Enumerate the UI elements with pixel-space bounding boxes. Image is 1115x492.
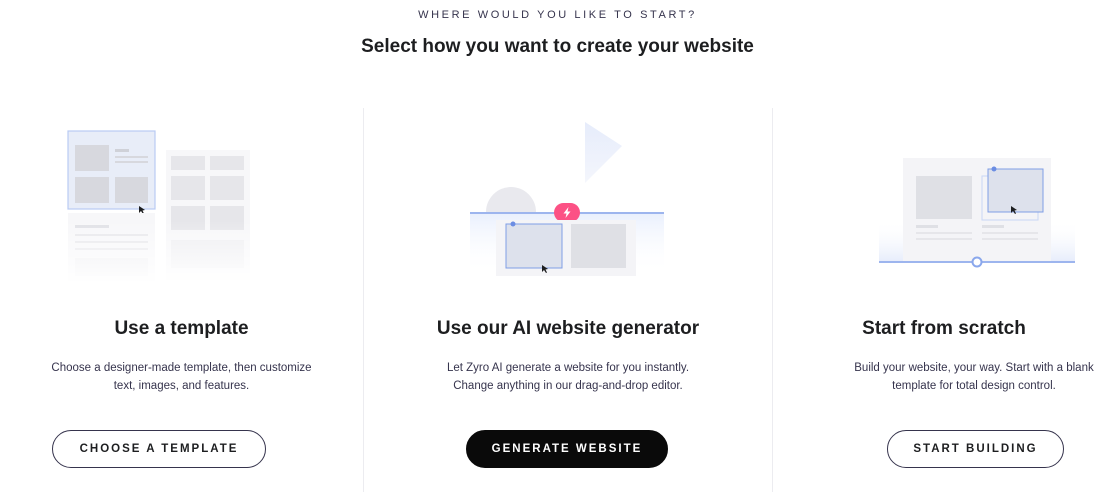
option-title: Use our AI website generator bbox=[436, 318, 700, 339]
description-line: text, images, and features. bbox=[113, 380, 250, 392]
generate-website-button[interactable]: GENERATE WEBSITE bbox=[466, 430, 668, 468]
template-illustration bbox=[60, 130, 260, 285]
option-description: Let Zyro AI generate a website for you i… bbox=[364, 359, 772, 395]
option-description: Choose a designer-made template, then cu… bbox=[0, 359, 363, 395]
option-card-scratch: Start from scratch Build your website, y… bbox=[773, 100, 1115, 492]
option-title: Use a template bbox=[114, 318, 249, 339]
start-building-button[interactable]: START BUILDING bbox=[887, 430, 1064, 468]
choose-template-button[interactable]: CHOOSE A TEMPLATE bbox=[52, 430, 266, 468]
description-line: Change anything in our drag-and-drop edi… bbox=[453, 380, 683, 392]
option-card-template: Use a template Choose a designer-made te… bbox=[0, 100, 363, 492]
description-line: Choose a designer-made template, then cu… bbox=[51, 362, 312, 374]
option-description: Build your website, your way. Start with… bbox=[833, 359, 1115, 395]
page-title: Select how you want to create your websi… bbox=[361, 36, 754, 57]
section-eyebrow: WHERE WOULD YOU LIKE TO START? bbox=[418, 9, 697, 21]
description-line: Build your website, your way. Start with… bbox=[854, 362, 1094, 374]
option-title: Start from scratch bbox=[862, 318, 1026, 339]
scratch-illustration bbox=[879, 158, 1075, 268]
description-line: Let Zyro AI generate a website for you i… bbox=[446, 362, 690, 374]
description-line: template for total design control. bbox=[892, 380, 1056, 392]
ai-generator-illustration bbox=[470, 122, 664, 276]
option-card-ai: Use our AI website generator Let Zyro AI… bbox=[364, 100, 772, 492]
